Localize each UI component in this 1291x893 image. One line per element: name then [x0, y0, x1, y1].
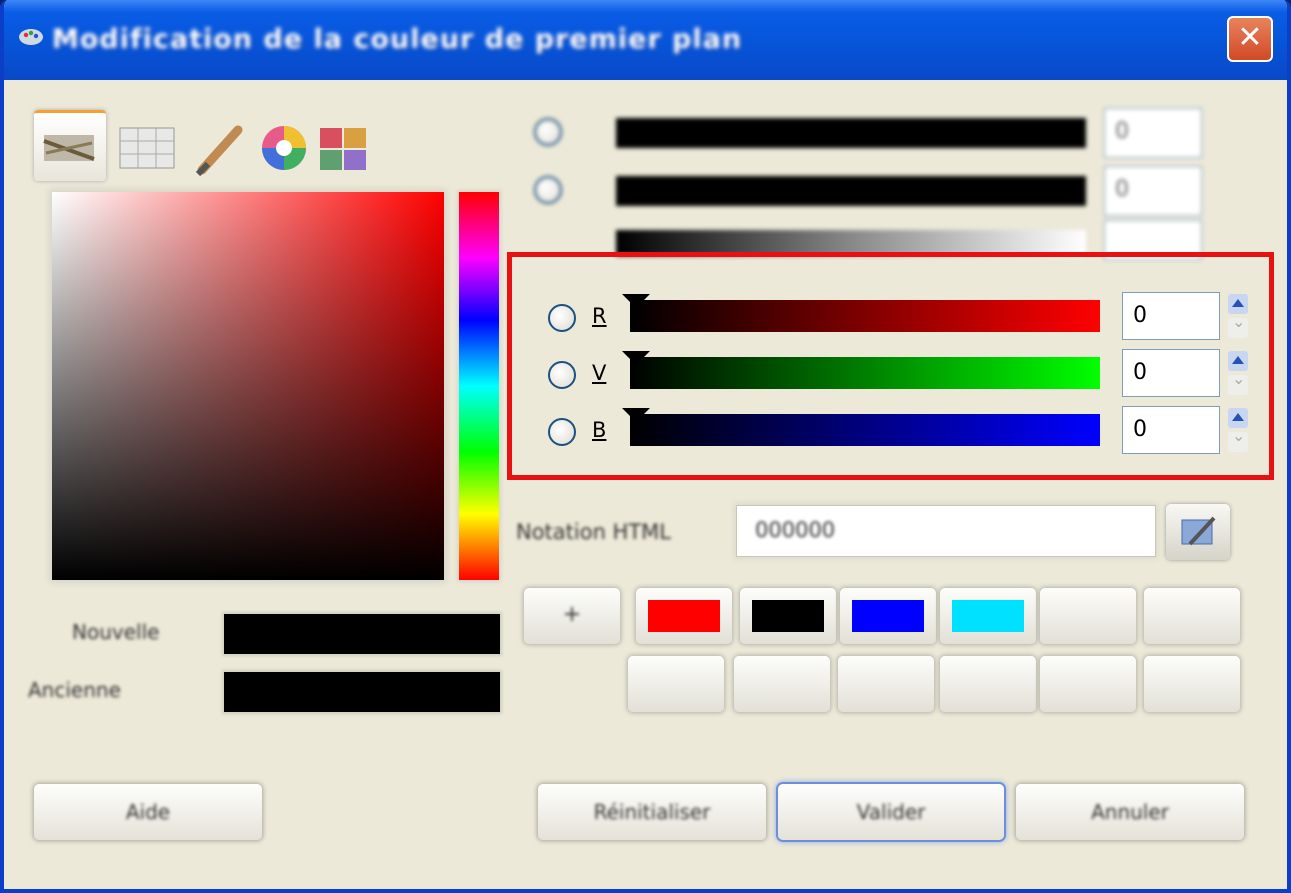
custom-color-7[interactable] — [628, 656, 724, 712]
close-button[interactable]: ✕ — [1227, 16, 1273, 62]
crayons-icon — [43, 135, 95, 161]
custom-color-12[interactable] — [1144, 656, 1240, 712]
close-icon: ✕ — [1237, 20, 1263, 55]
custom-color-8[interactable] — [734, 656, 830, 712]
help-button[interactable]: Aide — [34, 784, 262, 840]
custom-color-5[interactable] — [1040, 588, 1136, 644]
custom-color-4[interactable] — [940, 588, 1036, 644]
add-custom-color-button[interactable]: + — [524, 588, 620, 644]
custom-color-10[interactable] — [940, 656, 1036, 712]
rgb-highlight-box — [507, 252, 1274, 480]
eyedropper-icon — [1181, 516, 1216, 546]
reset-button[interactable]: Réinitialiser — [538, 784, 766, 840]
hue-value[interactable]: 0 — [1104, 108, 1202, 158]
custom-color-1[interactable] — [636, 588, 732, 644]
custom-color-9[interactable] — [838, 656, 934, 712]
new-color-label: Nouvelle — [72, 620, 160, 644]
grid-icon — [119, 127, 175, 169]
new-color-swatch — [224, 614, 500, 654]
custom-color-6[interactable] — [1144, 588, 1240, 644]
brush-icon — [195, 125, 243, 177]
old-color-swatch[interactable] — [224, 672, 500, 712]
html-notation-label: Notation HTML — [516, 520, 671, 544]
reset-button-label: Réinitialiser — [593, 800, 711, 824]
saturation-value[interactable]: 0 — [1104, 166, 1202, 216]
add-icon: + — [562, 602, 582, 627]
help-button-label: Aide — [125, 800, 171, 824]
tab-brush[interactable] — [186, 110, 258, 178]
radio-hue[interactable] — [534, 118, 562, 146]
window-title: Modification de la couleur de premier pl… — [52, 24, 743, 55]
html-notation-value: 000000 — [755, 518, 836, 542]
saturation-lightness-field[interactable] — [52, 192, 444, 580]
tab-crayons[interactable] — [34, 110, 106, 181]
color-dialog-window: Modification de la couleur de premier pl… — [0, 0, 1291, 893]
hue-track[interactable] — [616, 118, 1086, 148]
ok-button-label: Valider — [856, 800, 926, 824]
ok-button[interactable]: Valider — [778, 784, 1004, 840]
html-notation-input[interactable]: 000000 — [736, 505, 1156, 557]
hue-slider[interactable] — [459, 192, 499, 580]
tab-swatches[interactable] — [310, 110, 382, 178]
tab-grid[interactable] — [112, 110, 184, 178]
old-color-label: Ancienne — [28, 678, 121, 702]
cancel-button[interactable]: Annuler — [1016, 784, 1244, 840]
eyedropper-button[interactable] — [1166, 504, 1230, 560]
cancel-button-label: Annuler — [1091, 800, 1169, 824]
saturation-track[interactable] — [616, 176, 1086, 206]
swatches-icon — [320, 128, 366, 170]
custom-color-3[interactable] — [840, 588, 936, 644]
palette-icon — [19, 29, 43, 45]
title-bar[interactable]: Modification de la couleur de premier pl… — [4, 0, 1287, 80]
radio-saturation[interactable] — [534, 176, 562, 204]
custom-color-2[interactable] — [740, 588, 836, 644]
custom-color-11[interactable] — [1040, 656, 1136, 712]
dialog-body: Nouvelle Ancienne 0 0 R 0 V 0 B — [4, 80, 1287, 886]
